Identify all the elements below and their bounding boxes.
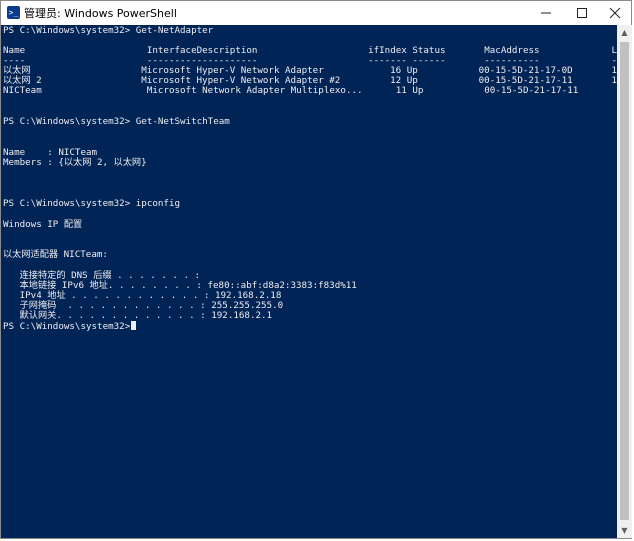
console-output[interactable]: PS C:\Windows\system32> Get-NetAdapter N… (1, 25, 617, 538)
close-button[interactable] (598, 1, 632, 25)
console-line: Windows IP 配置 (3, 219, 83, 230)
scroll-up-arrow-icon[interactable]: ▲ (617, 25, 632, 40)
console-line: PS C:\Windows\system32> Get-NetSwitchTea… (3, 116, 230, 127)
console-line: Members : {以太网 2, 以太网} (3, 157, 147, 168)
powershell-icon[interactable]: >_ (7, 6, 20, 19)
title-bar[interactable]: >_ 管理员: Windows PowerShell (1, 1, 631, 25)
console-line: NICTeam Microsoft Network Adapter Multip… (3, 85, 617, 96)
close-icon (609, 7, 621, 19)
console-line: 以太网适配器 NICTeam: (3, 249, 108, 260)
prompt-text: PS C:\Windows\system32> (3, 321, 131, 332)
maximize-button[interactable] (565, 1, 599, 25)
minimize-icon (541, 12, 551, 14)
console-line: PS C:\Windows\system32> ipconfig (3, 198, 181, 209)
scroll-down-arrow-icon[interactable]: ▼ (617, 523, 632, 538)
prompt-line[interactable]: PS C:\Windows\system32> (3, 321, 137, 332)
text-cursor (131, 321, 137, 330)
maximize-icon (577, 8, 587, 18)
scroll-thumb[interactable] (620, 42, 629, 520)
vertical-scrollbar[interactable]: ▲ ▼ (617, 25, 632, 538)
minimize-button[interactable] (529, 1, 563, 25)
powershell-window: >_ 管理员: Windows PowerShell PS C:\Windows… (0, 0, 632, 539)
window-title: 管理员: Windows PowerShell (24, 7, 177, 20)
console-line: PS C:\Windows\system32> Get-NetAdapter (3, 25, 214, 36)
console-line: 默认网关. . . . . . . . . . . . . : 192.168.… (3, 310, 273, 321)
